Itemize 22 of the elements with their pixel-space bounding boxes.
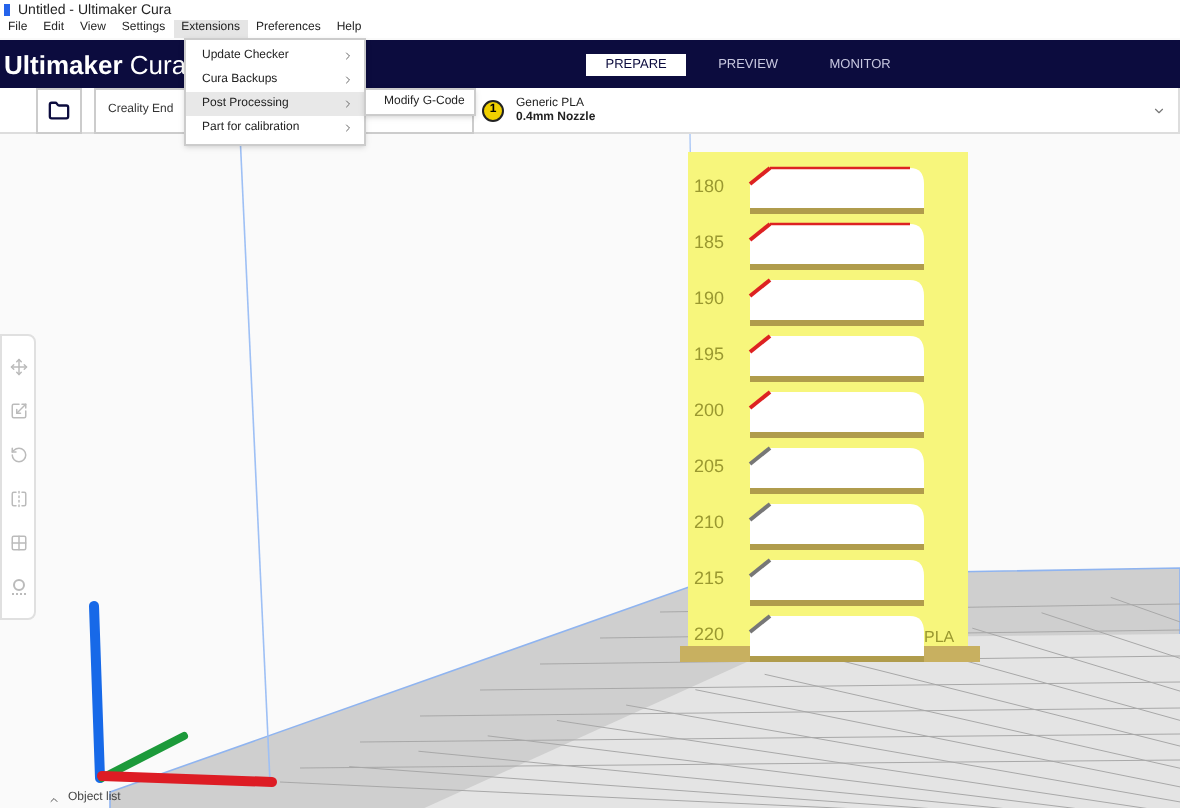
support-icon[interactable] <box>9 578 27 597</box>
model-label: 215 <box>694 568 725 588</box>
grid-icon[interactable] <box>9 534 27 553</box>
model-tag: PLA <box>924 628 955 646</box>
chevron-down-icon[interactable] <box>1152 103 1166 117</box>
model-label: 180 <box>694 176 725 196</box>
brand-logo: Ultimaker Cura <box>4 51 187 77</box>
model-label: 210 <box>694 512 725 532</box>
chevron-up-icon <box>48 793 60 805</box>
app-icon <box>4 4 10 16</box>
rotate-icon[interactable] <box>9 445 27 464</box>
model-label: 200 <box>694 400 725 420</box>
model-label: 195 <box>694 344 725 364</box>
mirror-icon[interactable] <box>9 490 27 509</box>
move-icon[interactable] <box>9 357 27 376</box>
model-label: 185 <box>694 232 725 252</box>
scale-icon[interactable] <box>9 401 27 420</box>
model-label: 190 <box>694 288 725 308</box>
open-file-button[interactable] <box>36 87 82 133</box>
model-label: 220 <box>694 624 725 644</box>
folder-icon <box>48 99 70 121</box>
model-label: 205 <box>694 456 725 476</box>
